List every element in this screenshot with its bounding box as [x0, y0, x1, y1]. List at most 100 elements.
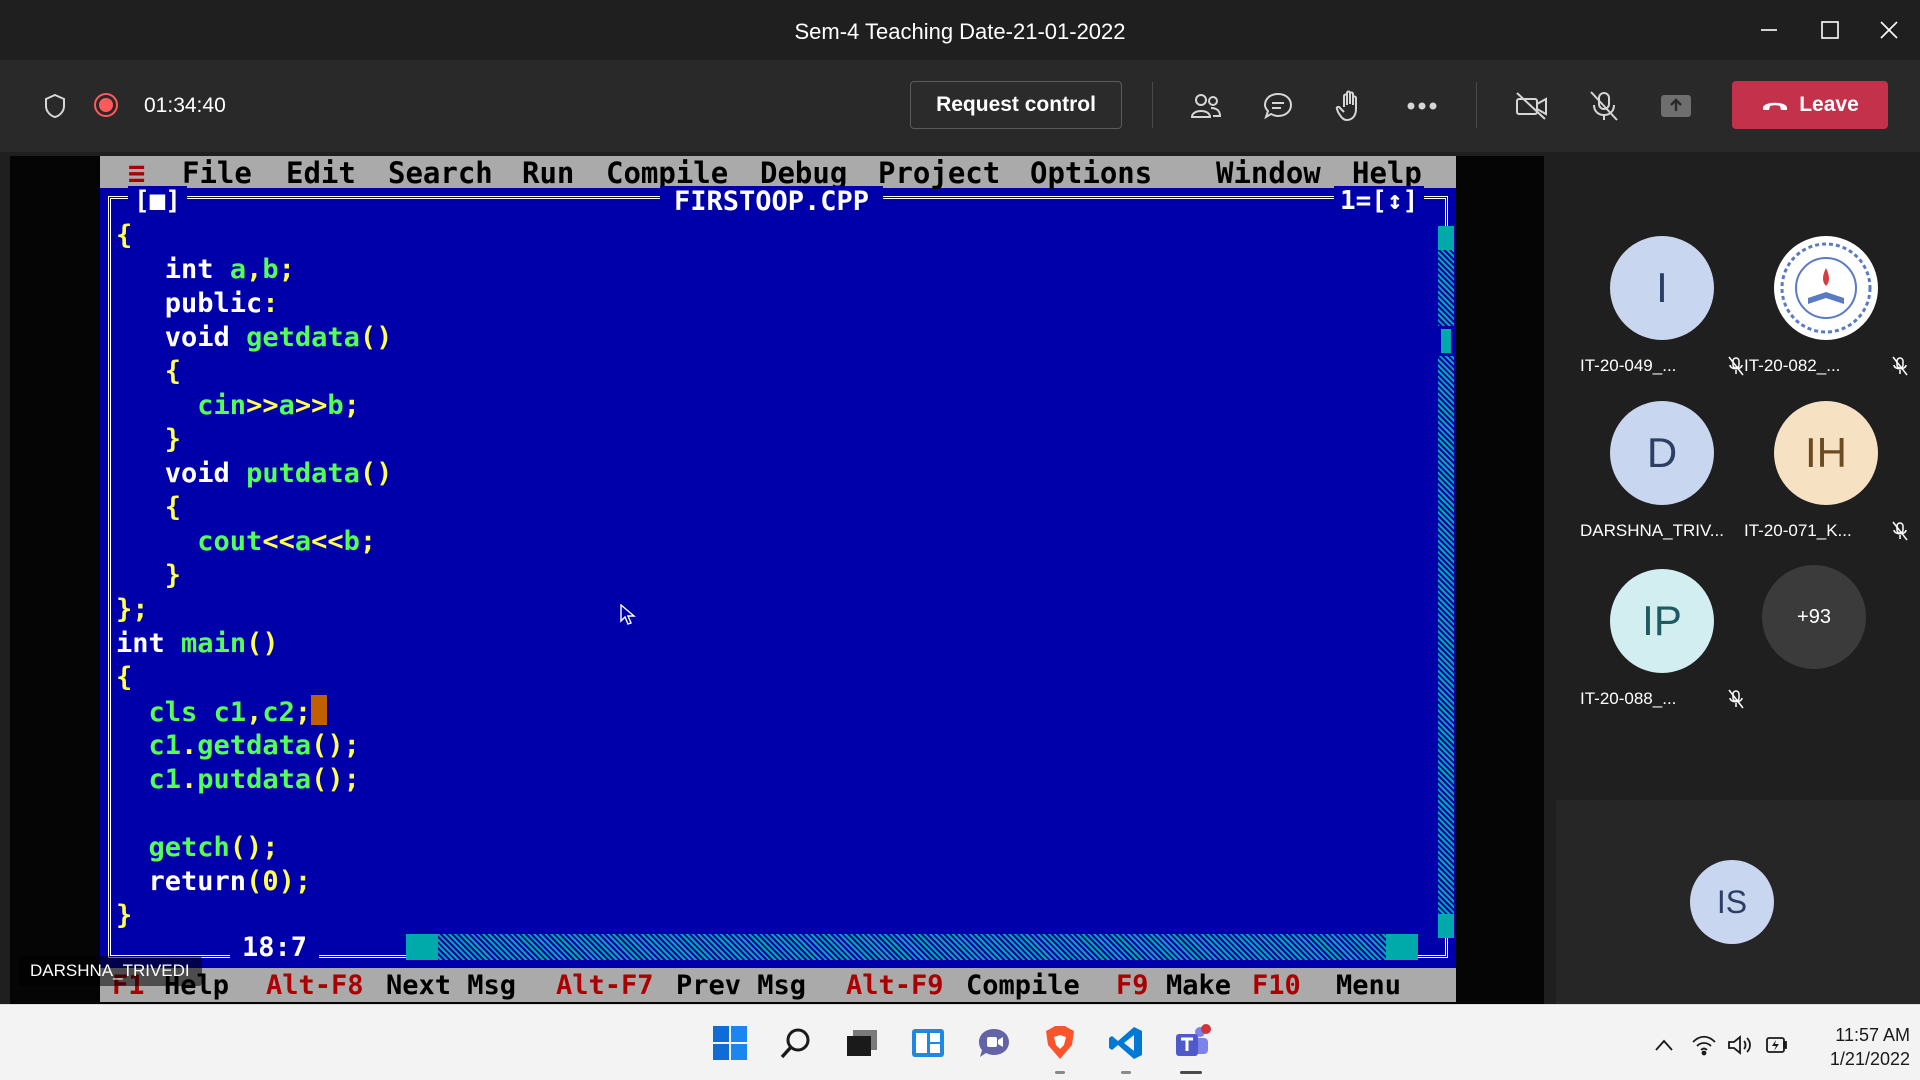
camera-off-icon: [1516, 92, 1547, 120]
status-label: Compile: [966, 970, 1080, 1001]
vscode-button[interactable]: [1102, 1019, 1150, 1067]
ide-menu-window[interactable]: Window: [1216, 156, 1321, 190]
ide-menu-compile[interactable]: Compile: [606, 156, 728, 190]
people-button[interactable]: [1184, 84, 1228, 128]
text-cursor: [311, 695, 328, 725]
leave-button[interactable]: Leave: [1732, 81, 1888, 129]
clock-date: 1/21/2022: [1829, 1049, 1910, 1069]
volume-button[interactable]: [1726, 1031, 1754, 1059]
mic-muted-icon: [1728, 689, 1744, 709]
code-line: cout<<a<<b;: [197, 526, 377, 557]
scroll-down-arrow[interactable]: [1438, 914, 1454, 938]
minimize-button[interactable]: [1746, 10, 1792, 50]
code-line: }: [116, 900, 133, 931]
brave-icon: [1046, 1026, 1074, 1059]
code-line: cin>>a>>b;: [197, 390, 360, 421]
taskbar-search-button[interactable]: [772, 1019, 820, 1067]
teams-chat-icon: [979, 1029, 1009, 1057]
more-icon: [1407, 102, 1437, 110]
mic-off-icon: [1590, 91, 1618, 121]
ide-menu-debug[interactable]: Debug: [760, 156, 847, 190]
chat-button[interactable]: [1256, 84, 1300, 128]
horizontal-scrollbar[interactable]: [406, 934, 1418, 960]
mic-muted-icon: [1728, 356, 1744, 376]
share-tray-button[interactable]: [1654, 84, 1698, 128]
teams-button[interactable]: [1168, 1019, 1216, 1067]
widgets-icon: [912, 1029, 944, 1057]
more-options-button[interactable]: [1400, 84, 1444, 128]
code-line: c1.getdata();: [148, 730, 360, 761]
vscode-icon: [1109, 1027, 1142, 1059]
code-line: getch();: [148, 832, 279, 863]
maximize-button[interactable]: [1807, 10, 1853, 50]
ide-menu-run[interactable]: Run: [522, 156, 574, 190]
camera-toggle-button[interactable]: [1510, 84, 1554, 128]
brave-button[interactable]: [1036, 1019, 1084, 1067]
show-hidden-icons-button[interactable]: [1650, 1031, 1678, 1059]
people-icon: [1190, 94, 1222, 118]
battery-button[interactable]: [1762, 1031, 1790, 1059]
close-button[interactable]: [1866, 10, 1912, 50]
shield-icon: [45, 93, 65, 119]
ide-menu-search[interactable]: Search: [388, 156, 493, 190]
avatar: D: [1610, 401, 1714, 505]
phone-hangup-icon: [1763, 102, 1788, 110]
more-participants-button[interactable]: +93: [1762, 565, 1866, 669]
request-control-button[interactable]: Request control: [910, 81, 1122, 129]
code-line: }: [116, 424, 182, 455]
battery-charging-icon: [1766, 1037, 1787, 1053]
participant-name: IT-20-082_...: [1744, 356, 1841, 375]
college-logo: [1780, 242, 1872, 334]
code-line: public:: [164, 288, 279, 319]
code-line: {: [116, 662, 133, 693]
wifi-icon: [1692, 1035, 1716, 1056]
task-view-button[interactable]: [838, 1019, 886, 1067]
share-tray-icon: [1661, 95, 1691, 117]
code-line: {: [116, 220, 133, 251]
close-box-label: [■]: [134, 186, 181, 216]
code-line: }: [116, 560, 182, 591]
participant-tile[interactable]: IH IT-20-071_K...: [1744, 401, 1908, 551]
ide-menu-project[interactable]: Project: [878, 156, 1000, 190]
status-label: Menu: [1336, 970, 1402, 1001]
scroll-right-arrow[interactable]: [1386, 934, 1418, 960]
participant-tile[interactable]: IT-20-082_...: [1744, 236, 1908, 386]
network-button[interactable]: [1690, 1031, 1718, 1059]
code-line: cls c1,c2;: [116, 695, 392, 729]
code-line: {: [116, 492, 182, 523]
status-label: Next Msg: [386, 970, 517, 1001]
editor-window-number[interactable]: 1=[↕]: [1334, 186, 1425, 216]
widgets-button[interactable]: [904, 1019, 952, 1067]
scroll-up-arrow[interactable]: [1438, 226, 1454, 250]
ide-menu-options[interactable]: Options: [1030, 156, 1152, 190]
code-line: void getdata(): [164, 322, 393, 353]
participant-name: IT-20-071_K...: [1744, 521, 1852, 540]
taskbar-clock[interactable]: 11:57 AM 1/21/2022: [1800, 1023, 1910, 1071]
search-icon: [780, 1028, 810, 1059]
windows-start-icon: [713, 1026, 747, 1060]
editor-close-box[interactable]: [■]: [128, 186, 187, 216]
ide-menu-edit[interactable]: Edit: [286, 156, 356, 190]
scroll-left-arrow[interactable]: [406, 934, 438, 960]
scroll-thumb[interactable]: [1438, 326, 1454, 356]
maximize-icon: [1821, 21, 1839, 39]
vertical-scrollbar[interactable]: [1438, 226, 1454, 938]
teams-chat-button[interactable]: [970, 1019, 1018, 1067]
ide-menu-file[interactable]: File: [182, 156, 252, 190]
ide-system-menu[interactable]: ≡: [128, 156, 145, 190]
mic-toggle-button[interactable]: [1582, 84, 1626, 128]
mic-muted-icon: [1892, 356, 1908, 376]
ide-menu-bar: ≡ File Edit Search Run Compile Debug Pro…: [100, 156, 1456, 190]
leave-label: Leave: [1799, 93, 1859, 116]
recording-icon: [94, 93, 118, 117]
meeting-toolbar: 01:34:40 Request control Leave: [0, 60, 1920, 152]
participant-tile[interactable]: D DARSHNA_TRIV...: [1580, 401, 1740, 551]
mouse-pointer-icon: [620, 604, 636, 625]
ide-menu-help[interactable]: Help: [1352, 156, 1422, 190]
code-editor[interactable]: { int a,b; public: void getdata() { cin>…: [116, 219, 392, 933]
participant-tile[interactable]: IP IT-20-088_...: [1580, 569, 1744, 719]
raise-hand-button[interactable]: [1328, 84, 1372, 128]
participant-tile[interactable]: I IT-20-049_...: [1580, 236, 1744, 386]
start-button[interactable]: [706, 1019, 754, 1067]
self-avatar: IS: [1690, 860, 1774, 944]
